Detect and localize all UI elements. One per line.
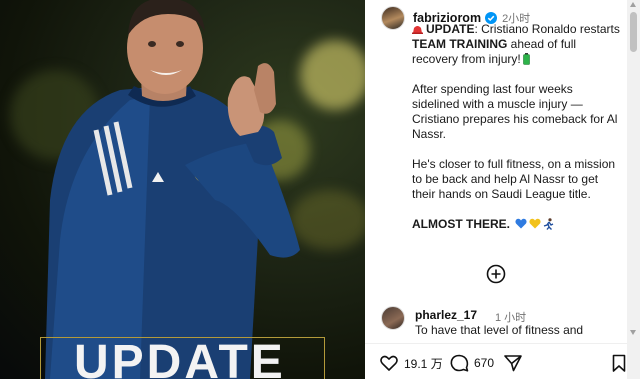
- commenter-username[interactable]: pharlez_17: [415, 308, 477, 322]
- bookmark-icon: [612, 354, 626, 372]
- paper-plane-icon: [504, 355, 522, 372]
- siren-icon: [412, 26, 423, 34]
- scrollbar-thumb[interactable]: [630, 12, 637, 52]
- share-button[interactable]: [503, 353, 523, 373]
- caption-text-1: : Cristiano Ronaldo restarts: [474, 22, 620, 36]
- caption-paragraph-1: UPDATE: Cristiano Ronaldo restarts TEAM …: [412, 22, 622, 67]
- post-actions-bar: 19.1 万 670: [365, 343, 640, 380]
- blue-heart-icon: [515, 218, 527, 229]
- caption-paragraph-4: ALMOST THERE.: [412, 217, 622, 232]
- yellow-heart-icon: [529, 218, 541, 229]
- caption-paragraph-3: He's closer to full fitness, on a missio…: [412, 157, 616, 201]
- green-battery-icon: [522, 53, 530, 65]
- caption-almost-there: ALMOST THERE.: [412, 217, 510, 231]
- post-sidebar: fabriziorom 2小时 UPDATE: Cristiano Ronald…: [365, 0, 640, 380]
- post-image[interactable]: UPDATE: [0, 0, 365, 379]
- scroll-down-arrow-icon[interactable]: [630, 330, 636, 335]
- post-caption: UPDATE: Cristiano Ronaldo restarts TEAM …: [412, 22, 622, 247]
- heart-icon: [380, 355, 398, 371]
- comment-text: To have that level of fitness and: [415, 323, 584, 337]
- scrollbar[interactable]: [627, 0, 640, 379]
- like-button[interactable]: 19.1 万: [379, 353, 443, 373]
- post-scroll-area[interactable]: fabriziorom 2小时 UPDATE: Cristiano Ronald…: [365, 0, 630, 340]
- running-person-icon: [544, 218, 554, 230]
- save-button[interactable]: [609, 353, 629, 373]
- caption-paragraph-2: After spending last four weeks sidelined…: [412, 82, 618, 141]
- author-avatar[interactable]: [381, 6, 405, 30]
- image-update-text: UPDATE: [74, 336, 286, 379]
- speech-bubble-icon: [450, 354, 469, 372]
- like-count: 19.1 万: [404, 356, 443, 371]
- caption-update-label: UPDATE: [426, 22, 475, 36]
- scroll-up-arrow-icon[interactable]: [630, 2, 636, 7]
- plus-circle-icon[interactable]: [486, 264, 506, 284]
- caption-team-training: TEAM TRAINING: [412, 37, 508, 51]
- comment-button[interactable]: 670: [449, 353, 494, 373]
- comment-count: 670: [474, 356, 495, 370]
- commenter-avatar[interactable]: [381, 306, 405, 330]
- player-illustration: [45, 0, 300, 379]
